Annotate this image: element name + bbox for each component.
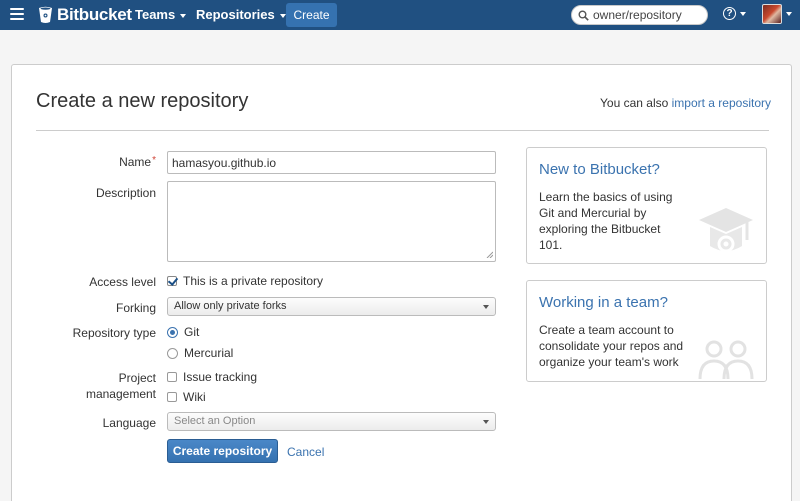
panel-text-line: consolidate your repos and (539, 339, 684, 353)
description-textarea[interactable] (167, 181, 496, 262)
checkbox-checked-icon (167, 276, 177, 286)
repo-type-git-radio[interactable]: Git (167, 325, 199, 339)
create-repository-button[interactable]: Create repository (167, 439, 278, 463)
project-management-label: Project management (36, 370, 156, 402)
repository-search[interactable] (571, 5, 708, 25)
working-in-a-team-link[interactable]: Working in a team? (539, 294, 668, 311)
graduation-cap-icon (699, 208, 753, 253)
language-select[interactable]: Select an Option (167, 412, 496, 431)
issue-tracking-label: Issue tracking (183, 370, 258, 384)
access-level-label: Access level (89, 275, 156, 289)
forking-select-value: Allow only private forks (174, 300, 287, 312)
wiki-checkbox[interactable]: Wiki (167, 390, 206, 404)
import-hint-text: You can also (600, 96, 669, 110)
team-icon (698, 340, 754, 380)
avatar (762, 4, 782, 24)
forking-label: Forking (115, 301, 156, 315)
repo-type-mercurial-label: Mercurial (184, 346, 234, 360)
private-repository-checkbox[interactable]: This is a private repository (167, 274, 323, 288)
required-marker: * (152, 155, 156, 166)
wiki-label: Wiki (183, 390, 206, 404)
create-button[interactable]: Create (286, 3, 337, 27)
checkbox-unchecked-icon (167, 392, 177, 402)
bitbucket-home-link[interactable]: Bitbucket (38, 5, 132, 25)
cancel-link[interactable]: Cancel (287, 445, 324, 459)
teams-menu[interactable]: Teams (135, 7, 187, 22)
import-repository-link[interactable]: import a repository (672, 96, 771, 110)
brand-name: Bitbucket (57, 5, 132, 24)
forking-select[interactable]: Allow only private forks (167, 297, 496, 316)
bitbucket-logo-icon (39, 6, 52, 23)
new-to-bitbucket-link[interactable]: New to Bitbucket? (539, 161, 660, 178)
new-to-bitbucket-panel: New to Bitbucket? Learn the basics of us… (526, 147, 767, 264)
radio-unselected-icon (167, 347, 178, 359)
chevron-down-icon (279, 13, 286, 18)
import-hint: You can also import a repository (600, 96, 771, 110)
chevron-down-icon (483, 305, 489, 309)
chevron-down-icon (483, 420, 489, 424)
create-repository-card: Create a new repository You can also imp… (11, 64, 792, 501)
panel-text-line: Git and Mercurial by (539, 206, 647, 220)
issue-tracking-checkbox[interactable]: Issue tracking (167, 370, 257, 384)
hamburger-menu-icon[interactable] (10, 8, 24, 22)
page-title: Create a new repository (36, 90, 249, 112)
private-repository-label: This is a private repository (183, 274, 324, 288)
divider (36, 130, 769, 131)
repo-type-mercurial-radio[interactable]: Mercurial (167, 346, 233, 360)
panel-text-line: organize your team's work (539, 355, 679, 369)
user-menu[interactable] (762, 4, 792, 24)
working-in-a-team-panel: Working in a team? Create a team account… (526, 280, 767, 382)
chevron-down-icon (180, 13, 187, 18)
working-in-a-team-text: Create a team account to consolidate you… (539, 322, 683, 370)
radio-selected-icon (167, 326, 178, 338)
name-label-text: Name (119, 155, 152, 169)
help-menu[interactable]: ? (723, 7, 746, 20)
project-label-line2: management (85, 387, 156, 401)
repo-type-git-label: Git (184, 325, 200, 339)
language-select-placeholder: Select an Option (174, 415, 256, 427)
panel-text-line: Learn the basics of using (539, 190, 673, 204)
repositories-menu[interactable]: Repositories (196, 7, 286, 22)
search-icon (578, 10, 589, 21)
language-label: Language (102, 416, 156, 430)
description-label: Description (95, 186, 156, 200)
search-input[interactable] (593, 8, 703, 22)
teams-menu-label: Teams (135, 7, 176, 22)
panel-text-line: exploring the Bitbucket (539, 222, 661, 236)
chevron-down-icon (740, 11, 746, 16)
repositories-menu-label: Repositories (196, 7, 275, 22)
top-nav: Bitbucket Teams Repositories Create ? (0, 0, 800, 30)
checkbox-unchecked-icon (167, 372, 177, 382)
new-to-bitbucket-text: Learn the basics of using Git and Mercur… (539, 189, 672, 253)
chevron-down-icon (786, 12, 792, 16)
panel-text-line: Create a team account to (539, 323, 674, 337)
panel-text-line: 101. (539, 238, 563, 252)
repository-name-input[interactable] (167, 151, 496, 174)
project-label-line1: Project (118, 371, 156, 385)
help-icon: ? (723, 7, 736, 20)
repository-type-label: Repository type (72, 326, 156, 340)
resize-grip-icon[interactable] (486, 251, 493, 258)
name-label: Name* (36, 155, 156, 169)
